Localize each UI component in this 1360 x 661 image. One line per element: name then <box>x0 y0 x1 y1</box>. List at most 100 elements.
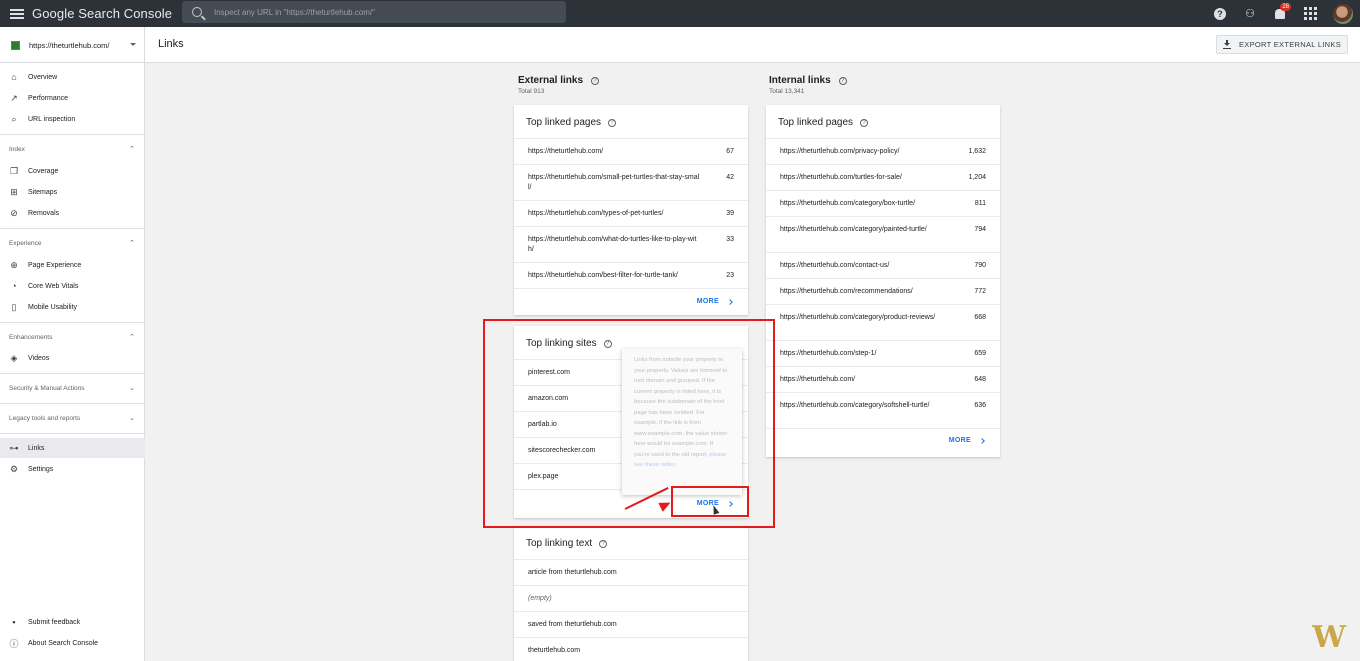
help-icon[interactable]: ? <box>591 77 600 85</box>
column-title-text: Internal links <box>769 75 831 86</box>
divider <box>0 373 145 374</box>
help-icon[interactable]: ? <box>599 540 608 548</box>
table-row[interactable]: https://theturtlehub.com/category/painte… <box>766 216 1000 252</box>
sidebar-item-label: Page Experience <box>28 261 82 269</box>
section-index[interactable]: Index ⌃ <box>0 142 145 156</box>
sidebar-item-about[interactable]: ⓘ About Search Console <box>0 633 145 653</box>
help-icon[interactable]: ? <box>838 77 847 85</box>
sidebar-item-removals[interactable]: ⊘ Removals <box>0 203 145 223</box>
table-row[interactable]: https://theturtlehub.com/types-of-pet-tu… <box>514 200 748 226</box>
table-row[interactable]: article from theturtlehub.com <box>514 559 748 585</box>
sidebar-item-label: Videos <box>28 354 50 362</box>
page-header: https://theturtlehub.com/ Links EXPORT E… <box>0 27 1360 63</box>
apps-grid-icon[interactable] <box>1303 7 1317 21</box>
gear-icon: ⚙ <box>9 463 19 474</box>
sidebar-item-sitemaps[interactable]: ⊞ Sitemaps <box>0 182 145 202</box>
video-icon: ◈ <box>10 352 18 363</box>
row-text: theturtlehub.com <box>528 647 581 654</box>
table-row[interactable]: https://theturtlehub.com/category/box-tu… <box>766 190 1000 216</box>
sidebar-item-page-experience[interactable]: ⊕ Page Experience <box>0 255 145 275</box>
internal-top-linked-pages-card: Top linked pages? https://theturtlehub.c… <box>766 105 1000 457</box>
sidebar-item-settings[interactable]: ⚙ Settings <box>0 459 145 479</box>
table-row[interactable]: saved from theturtlehub.com <box>514 611 748 637</box>
external-top-linked-pages-card: Top linked pages? https://theturtlehub.c… <box>514 105 748 315</box>
row-count: 39 <box>726 210 734 217</box>
sidebar-item-url-inspection[interactable]: ⌕ URL inspection <box>0 109 145 129</box>
row-text: article from theturtlehub.com <box>528 569 617 576</box>
divider <box>0 403 145 404</box>
table-row[interactable]: https://theturtlehub.com/small-pet-turtl… <box>514 164 748 200</box>
sidebar-item-links[interactable]: ⊶ Links <box>0 438 145 458</box>
url-inspect-input[interactable] <box>214 7 554 17</box>
table-row[interactable]: theturtlehub.com <box>514 637 748 661</box>
menu-icon[interactable] <box>10 8 24 19</box>
sidebar-item-label: Removals <box>28 209 60 217</box>
home-icon: ⌂ <box>11 72 17 82</box>
divider <box>0 134 145 135</box>
section-enhancements[interactable]: Enhancements ⌃ <box>0 330 145 344</box>
external-pages-more-button[interactable]: MORE <box>696 298 733 305</box>
sidebar-item-mobile-usability[interactable]: ▯ Mobile Usability <box>0 297 145 317</box>
sidebar-item-label: Mobile Usability <box>28 303 78 311</box>
sidebar-item-videos[interactable]: ◈ Videos <box>0 348 145 368</box>
table-row[interactable]: https://theturtlehub.com/category/produc… <box>766 304 1000 340</box>
row-count: 636 <box>974 402 986 409</box>
table-row[interactable]: https://theturtlehub.com/privacy-policy/… <box>766 138 1000 164</box>
links-icon: ⊶ <box>9 442 19 453</box>
top-app-bar: Google Search Console ? ⚇ 28 <box>0 0 1360 27</box>
sidebar-item-label: Links <box>28 444 45 452</box>
help-icon[interactable]: ? <box>608 119 617 127</box>
table-row[interactable]: https://theturtlehub.com/recommendations… <box>766 278 1000 304</box>
top-icons: ? ⚇ 28 <box>1213 0 1360 27</box>
table-row[interactable]: https://theturtlehub.com/step-1/659 <box>766 340 1000 366</box>
section-experience[interactable]: Experience ⌃ <box>0 236 145 250</box>
sidebar-item-submit-feedback[interactable]: ▪ Submit feedback <box>0 612 145 632</box>
chevron-down-icon: ⌄ <box>129 385 135 392</box>
help-icon[interactable]: ? <box>1213 7 1227 21</box>
row-count: 23 <box>726 272 734 279</box>
row-url: https://theturtlehub.com/types-of-pet-tu… <box>528 210 664 217</box>
table-row[interactable]: https://theturtlehub.com/best-filter-for… <box>514 262 748 288</box>
help-icon[interactable]: ? <box>860 119 869 127</box>
user-avatar[interactable] <box>1333 3 1353 24</box>
url-inspect-search[interactable] <box>182 1 566 23</box>
section-security-manual-actions[interactable]: Security & Manual Actions ⌄ <box>0 381 145 395</box>
internal-pages-more-button[interactable]: MORE <box>949 437 985 444</box>
property-url: https://theturtlehub.com/ <box>29 40 110 50</box>
row-count: 811 <box>974 200 986 207</box>
search-icon <box>192 7 202 17</box>
table-row[interactable]: https://theturtlehub.com/648 <box>766 366 1000 392</box>
sidebar-item-label: Sitemaps <box>28 188 58 196</box>
table-row[interactable]: https://theturtlehub.com/what-do-turtles… <box>514 226 748 262</box>
sidebar-item-label: About Search Console <box>28 639 99 647</box>
coverage-icon: ❐ <box>9 165 19 176</box>
sidebar-item-label: Settings <box>28 465 54 473</box>
section-title: Experience <box>9 239 42 247</box>
row-url: https://theturtlehub.com/ <box>528 148 604 155</box>
table-row[interactable]: (empty) <box>514 585 748 611</box>
export-external-links-button[interactable]: EXPORT EXTERNAL LINKS <box>1215 35 1348 54</box>
account-settings-icon[interactable]: ⚇ <box>1243 7 1257 21</box>
table-row[interactable]: https://theturtlehub.com/category/softsh… <box>766 392 1000 428</box>
row-url: https://theturtlehub.com/recommendations… <box>780 288 913 295</box>
page-title: Links <box>158 38 184 50</box>
notifications-icon[interactable]: 28 <box>1273 2 1291 21</box>
table-row[interactable]: https://theturtlehub.com/67 <box>514 138 748 164</box>
sidebar-item-core-web-vitals[interactable]: ◔ Core Web Vitals <box>0 276 145 296</box>
trending-icon: ↗ <box>10 92 18 103</box>
sidebar-item-overview[interactable]: ⌂ Overview <box>0 67 145 87</box>
row-count: 790 <box>974 262 986 269</box>
card-title-text: Top linking text <box>526 538 593 549</box>
main-content: External links? Total 913 Top linked pag… <box>146 64 1360 661</box>
row-text: saved from theturtlehub.com <box>528 621 617 628</box>
table-row[interactable]: https://theturtlehub.com/contact-us/790 <box>766 252 1000 278</box>
sidebar-item-coverage[interactable]: ❐ Coverage <box>0 161 145 181</box>
more-label: MORE <box>696 298 719 305</box>
section-legacy-tools[interactable]: Legacy tools and reports ⌄ <box>0 411 145 425</box>
app-brand[interactable]: Google Search Console <box>32 6 172 21</box>
phone-icon: ▯ <box>11 301 17 312</box>
gauge-icon: ◔ <box>11 281 17 291</box>
table-row[interactable]: https://theturtlehub.com/turtles-for-sal… <box>766 164 1000 190</box>
property-selector[interactable]: https://theturtlehub.com/ <box>0 27 145 63</box>
sidebar-item-performance[interactable]: ↗ Performance <box>0 88 145 108</box>
